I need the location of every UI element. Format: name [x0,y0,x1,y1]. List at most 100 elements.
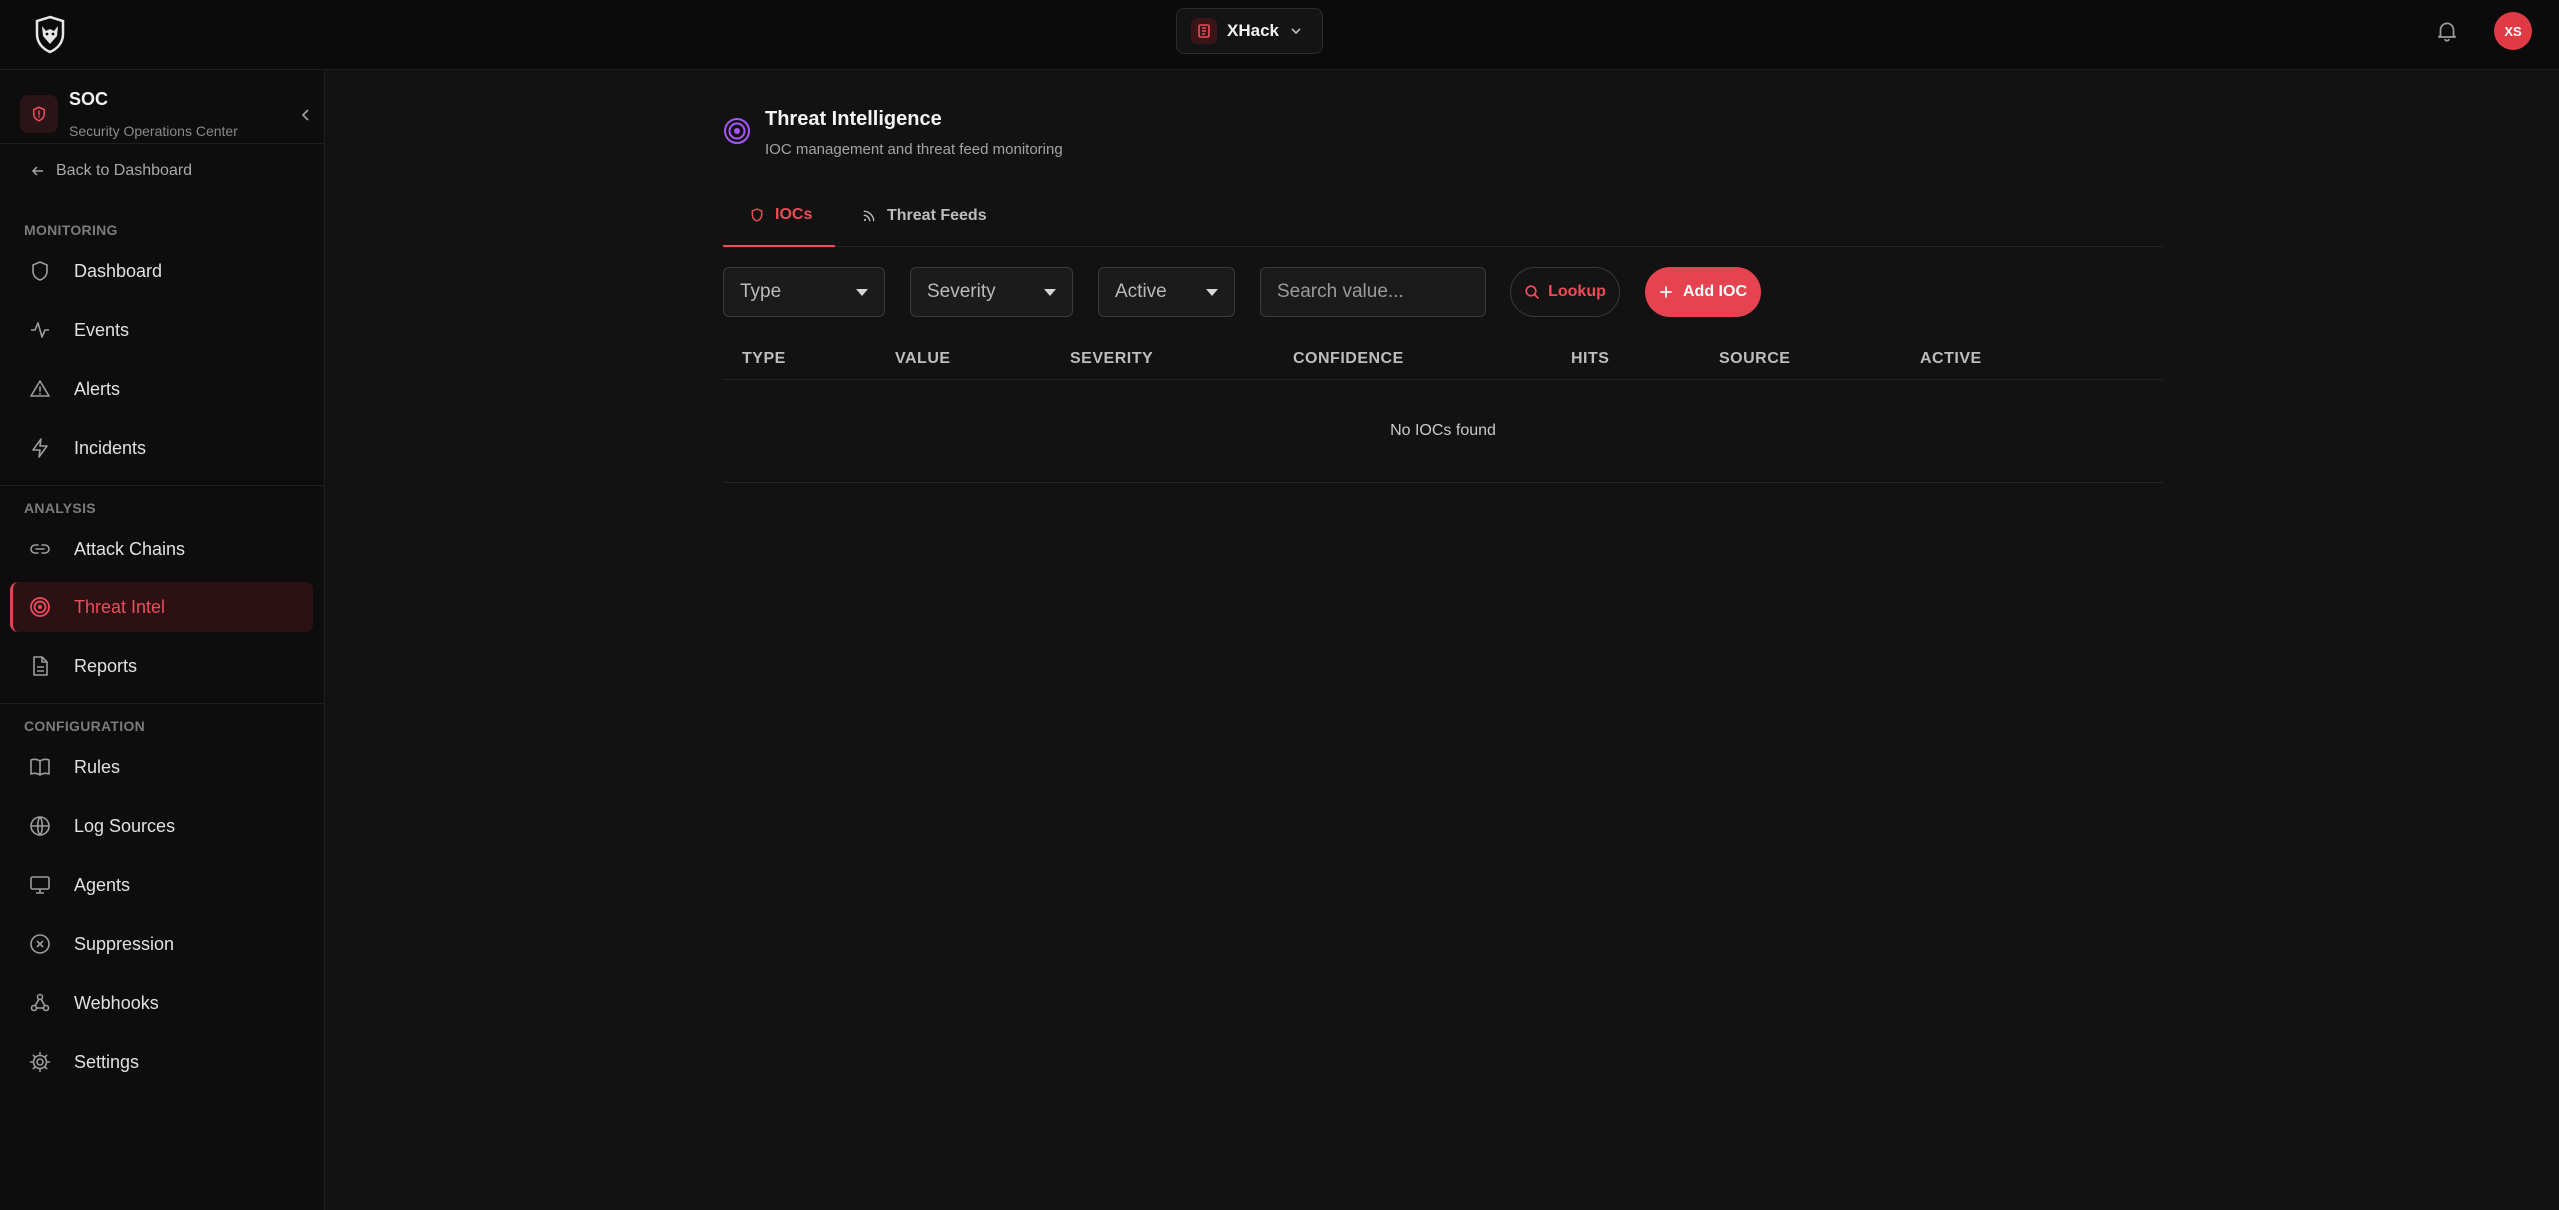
divider [0,485,324,486]
search-input[interactable] [1260,267,1486,317]
warning-triangle-icon [28,377,52,401]
monitor-icon [28,873,52,897]
column-header-severity[interactable]: SEVERITY [1070,350,1153,368]
page-subtitle: IOC management and threat feed monitorin… [765,141,1063,158]
tab-label: Threat Feeds [887,207,987,224]
select-value: Active [1115,281,1167,302]
lookup-label: Lookup [1548,283,1606,300]
sidebar-item-alerts[interactable]: Alerts [10,364,313,414]
chevron-down-icon [1289,24,1303,38]
caret-down-icon [1206,288,1218,296]
sidebar-item-label: Threat Intel [74,596,166,617]
sidebar-item-threat-intel[interactable]: Threat Intel [10,582,313,632]
collapse-sidebar-icon[interactable] [296,105,316,125]
sidebar-item-events[interactable]: Events [10,305,313,355]
add-ioc-label: Add IOC [1683,283,1747,300]
sidebar-item-label: Rules [74,756,121,777]
sidebar-item-label: Attack Chains [74,538,186,559]
bell-icon[interactable] [2434,18,2460,44]
sidebar-item-label: Webhooks [74,992,159,1013]
sidebar-item-label: Incidents [74,437,147,458]
activity-icon [28,318,52,342]
sidebar-item-rules[interactable]: Rules [10,742,313,792]
section-analysis: ANALYSIS [24,500,96,516]
page-title: Threat Intelligence [765,108,942,130]
sidebar-item-dashboard[interactable]: Dashboard [10,246,313,296]
circle-x-icon [28,932,52,956]
sidebar-item-label: Dashboard [74,260,163,281]
column-header-value[interactable]: VALUE [895,350,951,368]
sidebar-item-incidents[interactable]: Incidents [10,423,313,473]
sidebar-item-label: Suppression [74,933,175,954]
search-icon [1524,284,1540,300]
webhook-icon [28,991,52,1015]
sidebar-item-label: Alerts [74,378,121,399]
section-monitoring: MONITORING [24,222,118,238]
empty-state-message: No IOCs found [723,380,2163,483]
column-header-source[interactable]: SOURCE [1719,350,1790,368]
sidebar-item-agents[interactable]: Agents [10,860,313,910]
gear-icon [28,1050,52,1074]
user-avatar[interactable]: XS [2494,12,2532,50]
column-header-hits[interactable]: HITS [1571,350,1609,368]
sidebar-item-label: Agents [74,874,131,895]
active-filter-select[interactable]: Active [1098,267,1235,317]
sidebar-item-reports[interactable]: Reports [10,641,313,691]
workspace-icon [1191,18,1217,44]
severity-filter-select[interactable]: Severity [910,267,1073,317]
select-value: Severity [927,281,996,302]
back-label: Back to Dashboard [56,162,193,179]
shield-icon [20,95,58,133]
sidebar-item-label: Reports [74,655,138,676]
target-icon [722,116,752,146]
tab-threat-feeds[interactable]: Threat Feeds [835,185,1013,247]
sidebar: SOC Security Operations Center Back to D… [0,70,325,1210]
globe-icon [28,814,52,838]
plus-icon [1659,285,1673,299]
main-content: Threat Intelligence IOC management and t… [326,70,2559,1210]
arrow-left-icon [30,163,46,179]
sidebar-item-webhooks[interactable]: Webhooks [10,978,313,1028]
app-header: SOC Security Operations Center [18,79,318,139]
lightning-icon [28,436,52,460]
sidebar-item-label: Settings [74,1051,140,1072]
type-filter-select[interactable]: Type [723,267,885,317]
divider [0,143,324,144]
sidebar-item-label: Log Sources [74,815,176,836]
back-to-dashboard-link[interactable]: Back to Dashboard [30,162,192,180]
tab-iocs[interactable]: IOCs [723,185,835,247]
sidebar-item-log-sources[interactable]: Log Sources [10,801,313,851]
workspace-name: XHack [1227,21,1279,40]
caret-down-icon [1044,288,1056,296]
rss-icon [861,208,877,224]
shield-icon [749,207,765,223]
tab-label: IOCs [775,206,813,223]
ioc-table: TYPE VALUE SEVERITY CONFIDENCE HITS SOUR… [723,342,2163,483]
sidebar-item-suppression[interactable]: Suppression [10,919,313,969]
column-header-confidence[interactable]: CONFIDENCE [1293,350,1404,368]
lookup-button[interactable]: Lookup [1510,267,1620,317]
tab-bar: IOCs Threat Feeds [723,185,2163,247]
wolf-logo-icon[interactable] [30,14,70,54]
divider [0,703,324,704]
column-header-active[interactable]: ACTIVE [1920,350,1982,368]
book-icon [28,755,52,779]
target-icon [28,595,52,619]
top-bar: XHack XS [0,0,2559,70]
sidebar-item-settings[interactable]: Settings [10,1037,313,1087]
table-header: TYPE VALUE SEVERITY CONFIDENCE HITS SOUR… [723,342,2163,380]
app-title: SOC [69,89,109,109]
column-header-type[interactable]: TYPE [742,350,786,368]
caret-down-icon [856,288,868,296]
sidebar-item-label: Events [74,319,130,340]
select-value: Type [740,281,782,302]
add-ioc-button[interactable]: Add IOC [1645,267,1761,317]
app-subtitle: Security Operations Center [69,123,238,139]
filter-bar: Type Severity Active Lookup Add IOC [723,267,2163,319]
document-icon [28,654,52,678]
sidebar-item-attack-chains[interactable]: Attack Chains [10,524,313,574]
section-configuration: CONFIGURATION [24,718,146,734]
workspace-switcher[interactable]: XHack [1176,8,1323,54]
shield-icon [28,259,52,283]
link-icon [28,537,52,561]
